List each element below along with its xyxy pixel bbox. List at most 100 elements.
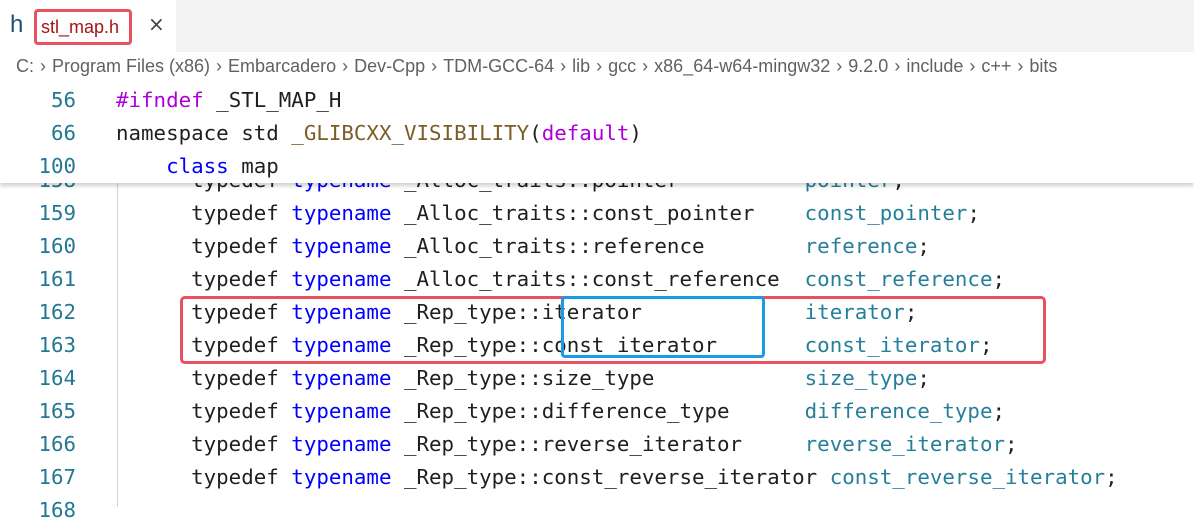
code-token: ( [529, 121, 542, 145]
code-token: _GLIBCXX_VISIBILITY [291, 121, 530, 145]
code-token: const_pointer [804, 201, 968, 225]
code-token: typename [291, 399, 392, 423]
code-token: typename [291, 465, 392, 489]
code-token: ; [992, 267, 1005, 291]
code-line[interactable]: 160 typedef typename _Alloc_traits::refe… [0, 230, 1194, 263]
code-text: typedef typename _Alloc_traits::const_po… [116, 197, 980, 230]
sticky-scroll-line[interactable]: 100 class map [0, 150, 1194, 183]
code-token: ; [1105, 465, 1118, 489]
code-line[interactable]: 159 typedef typename _Alloc_traits::cons… [0, 197, 1194, 230]
line-number: 162 [38, 300, 76, 324]
code-token: ; [992, 399, 1005, 423]
code-token: reverse_iterator [804, 432, 1005, 456]
code-token: reference [804, 234, 918, 258]
line-number: 160 [38, 234, 76, 258]
code-text: typedef typename _Rep_type::difference_t… [116, 395, 1005, 428]
sticky-scroll-line[interactable]: 56 #ifndef _STL_MAP_H [0, 84, 1194, 117]
code-text: #ifndef _STL_MAP_H [116, 84, 341, 117]
code-token: namespace std [116, 121, 292, 145]
line-number: 159 [38, 201, 76, 225]
code-token: typename [291, 267, 392, 291]
code-text: namespace std _GLIBCXX_VISIBILITY(defaul… [116, 117, 642, 150]
code-token: default [541, 121, 630, 145]
line-number: 164 [38, 366, 76, 390]
line-number: 56 [50, 88, 76, 112]
code-token: _Rep_type::difference_type [391, 399, 805, 423]
breadcrumb: C: › Program Files (x86) › Embarcadero › Dev-C… [16, 56, 1194, 82]
breadcrumb-item[interactable]: gcc [608, 56, 636, 76]
code-line[interactable]: 165 typedef typename _Rep_type::differen… [0, 395, 1194, 428]
chevron-right-icon: › [894, 56, 901, 76]
chevron-right-icon: › [642, 56, 649, 76]
code-token: class [166, 154, 229, 178]
line-number: 100 [38, 154, 76, 178]
tab-filename[interactable]: stl_map.h [34, 9, 132, 45]
chevron-right-icon: › [40, 56, 46, 76]
breadcrumb-item[interactable]: C: [16, 56, 34, 76]
line-number: 161 [38, 267, 76, 291]
code-token: _Alloc_traits::reference [391, 234, 805, 258]
code-token: typedef [116, 366, 292, 390]
chevron-right-icon: › [836, 56, 843, 76]
chevron-right-icon: › [969, 56, 976, 76]
code-token: ) [629, 121, 642, 145]
code-token: _Rep_type::reverse_iterator [391, 432, 805, 456]
code-token: const_reference [804, 267, 993, 291]
code-line[interactable]: 161 typedef typename _Alloc_traits::cons… [0, 263, 1194, 296]
code-token: typedef [116, 432, 292, 456]
sticky-scroll-header[interactable]: 56 #ifndef _STL_MAP_H 66 namespace std _GLI… [0, 84, 1194, 183]
chevron-right-icon: › [560, 56, 567, 76]
breadcrumb-item[interactable]: lib [572, 56, 590, 76]
close-icon[interactable]: × [148, 12, 165, 36]
code-token: typedef [116, 399, 292, 423]
code-text: typedef typename _Alloc_traits::const_re… [116, 263, 1005, 296]
code-line[interactable]: 168 [0, 494, 1194, 527]
breadcrumb-item[interactable]: Dev-Cpp [354, 56, 425, 76]
chevron-right-icon: › [216, 56, 223, 76]
code-token: map [228, 154, 279, 178]
code-token: typedef [116, 201, 292, 225]
breadcrumb-item[interactable]: Program Files (x86) [52, 56, 210, 76]
editor-tab[interactable]: h stl_map.h × [0, 0, 176, 52]
code-line[interactable]: 167 typedef typename _Rep_type::const_re… [0, 461, 1194, 494]
chevron-right-icon: › [1017, 56, 1024, 76]
code-token: _Rep_type::size_type [391, 366, 805, 390]
code-token: typedef [116, 465, 292, 489]
blue-annotation-box [561, 296, 765, 358]
sticky-scroll-line[interactable]: 66 namespace std _GLIBCXX_VISIBILITY(defa… [0, 117, 1194, 150]
tab-bar: h stl_map.h × [0, 0, 1194, 52]
code-line[interactable]: 166 typedef typename _Rep_type::reverse_… [0, 428, 1194, 461]
chevron-right-icon: › [596, 56, 603, 76]
line-number: 163 [38, 333, 76, 357]
code-token: typename [291, 432, 392, 456]
c-header-file-icon: h [10, 11, 24, 38]
breadcrumb-item[interactable]: TDM-GCC-64 [443, 56, 554, 76]
code-token: #ifndef [116, 88, 204, 112]
code-token: typename [291, 201, 392, 225]
breadcrumb-item[interactable]: 9.2.0 [848, 56, 888, 76]
code-text: typedef typename _Rep_type::const_revers… [116, 461, 1118, 494]
line-number: 168 [38, 498, 76, 522]
code-token: typename [291, 234, 392, 258]
line-number: 165 [38, 399, 76, 423]
code-line[interactable]: 164 typedef typename _Rep_type::size_typ… [0, 362, 1194, 395]
code-token: difference_type [804, 399, 993, 423]
code-token: const_reverse_iterator [829, 465, 1106, 489]
code-token: _Alloc_traits::const_reference [391, 267, 805, 291]
code-token: _Alloc_traits::const_pointer [391, 201, 805, 225]
breadcrumb-item[interactable]: include [906, 56, 963, 76]
code-token: ; [917, 366, 930, 390]
code-token: ; [967, 201, 980, 225]
code-token: size_type [804, 366, 918, 390]
code-text: class map [116, 150, 279, 183]
chevron-right-icon: › [342, 56, 349, 76]
breadcrumb-item[interactable]: bits [1029, 56, 1057, 76]
breadcrumb-item[interactable]: c++ [981, 56, 1011, 76]
code-token: typename [291, 366, 392, 390]
breadcrumb-item[interactable]: Embarcadero [228, 56, 336, 76]
code-token: ; [917, 234, 930, 258]
breadcrumb-item[interactable]: x86_64-w64-mingw32 [654, 56, 830, 76]
line-number: 166 [38, 432, 76, 456]
code-token: typedef [116, 267, 292, 291]
